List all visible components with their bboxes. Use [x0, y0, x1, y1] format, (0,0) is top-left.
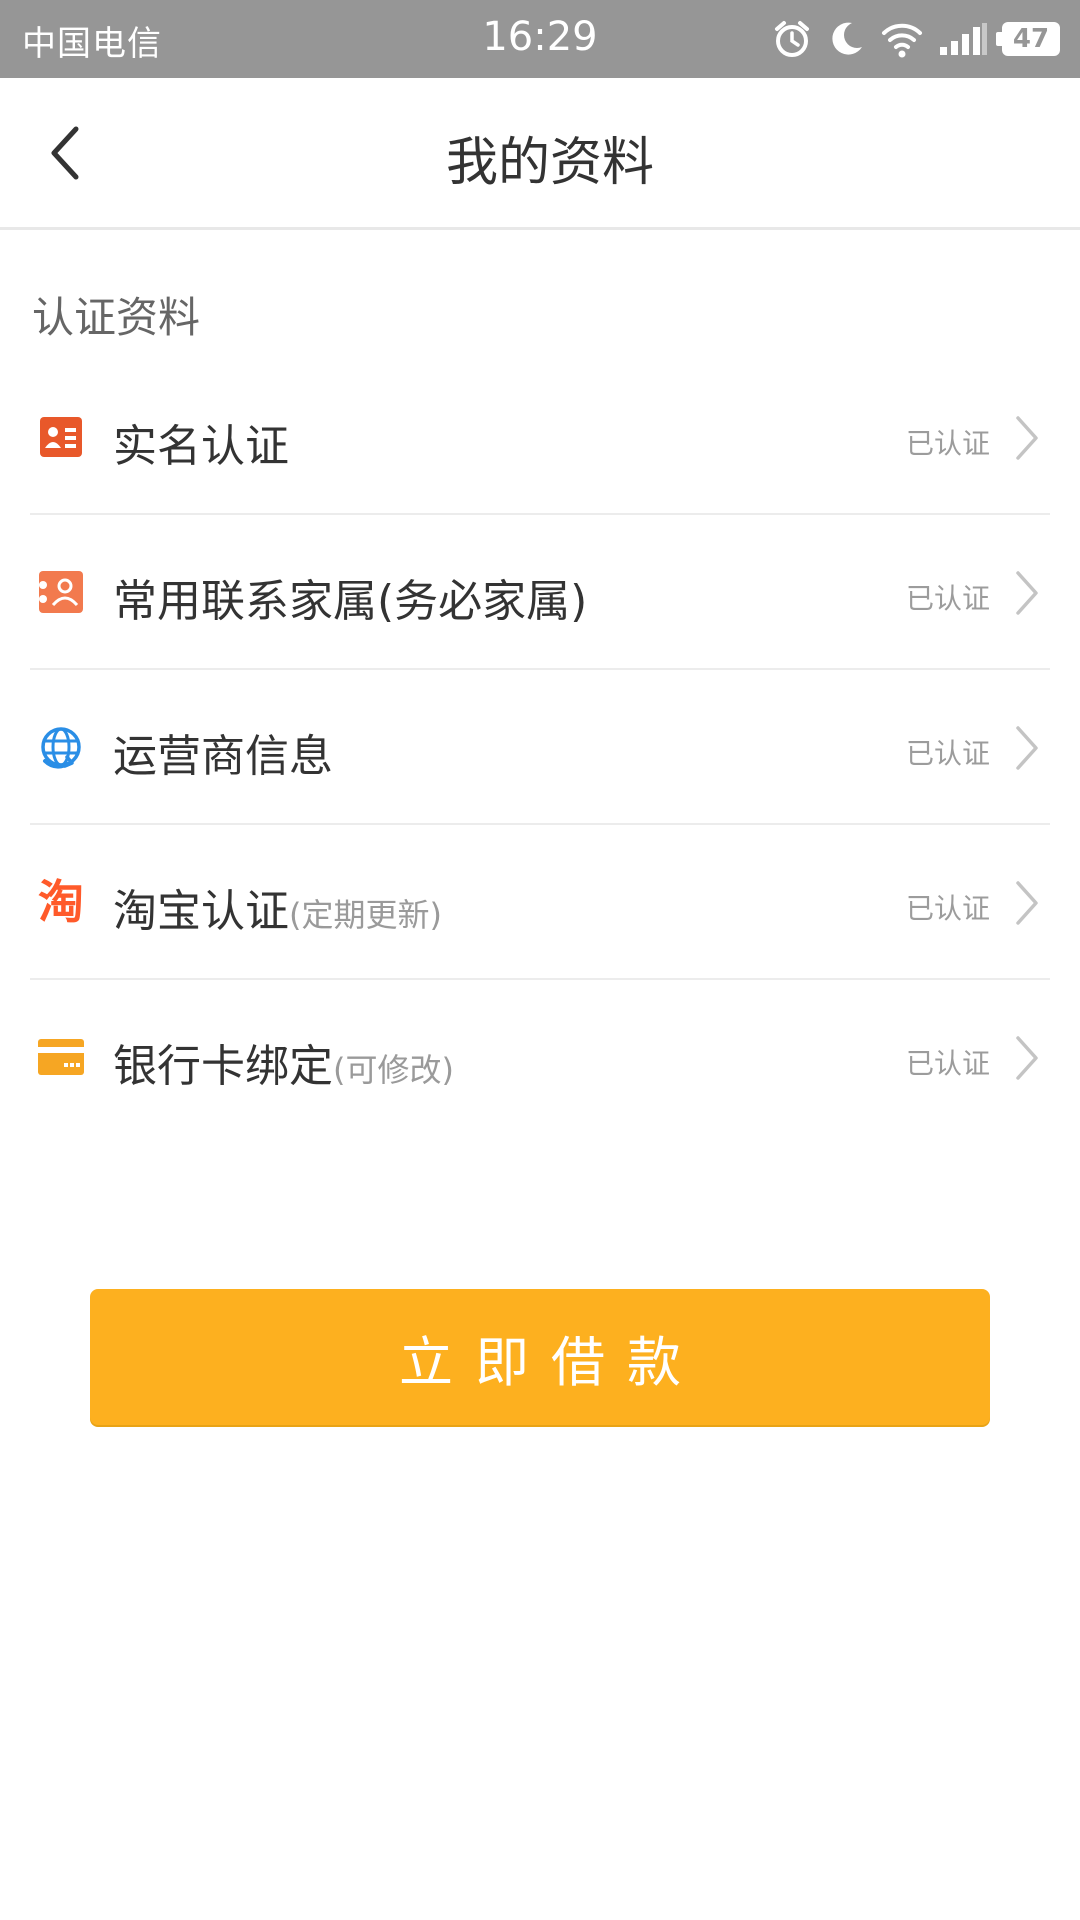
label-text: 实名认证 [113, 421, 289, 472]
label-note: (定期更新) [289, 896, 442, 934]
battery-level: 47 [1012, 24, 1050, 54]
status-text: 已认证 [905, 892, 990, 925]
contact-icon [38, 569, 84, 615]
section-title: 认证资料 [32, 293, 201, 342]
list-item-label: 银行卡绑定(可修改) [113, 1030, 454, 1094]
list-item-bank-card[interactable]: 银行卡绑定(可修改) 已认证 [30, 980, 1050, 1135]
status-bar: 中国电信 16:29 47 [0, 0, 1080, 78]
wifi-icon [880, 19, 924, 59]
list-item-real-name[interactable]: 实名认证 已认证 [30, 360, 1050, 515]
id-card-icon [38, 414, 84, 460]
chevron-right-icon [1014, 722, 1044, 774]
list-item-label: 实名认证 [113, 410, 289, 474]
header: 我的资料 [0, 78, 1080, 230]
list-item-label: 常用联系家属(务必家属) [113, 565, 587, 629]
status-text: 已认证 [905, 737, 990, 770]
list-item-taobao[interactable]: 淘 淘宝认证(定期更新) 已认证 [30, 825, 1050, 980]
label-text: 淘宝认证 [113, 886, 289, 937]
chevron-right-icon [1014, 567, 1044, 619]
label-note: (可修改) [333, 1051, 454, 1089]
label-text: 运营商信息 [113, 731, 333, 782]
list-item-family-contact[interactable]: 常用联系家属(务必家属) 已认证 [30, 515, 1050, 670]
borrow-now-button[interactable]: 立即借款 [90, 1289, 990, 1425]
status-text: 已认证 [905, 427, 990, 460]
status-text: 已认证 [905, 582, 990, 615]
page-title: 我的资料 [445, 133, 654, 193]
chevron-right-icon [1014, 412, 1044, 464]
screen: 中国电信 16:29 47 我的资料 认证资料 实名认证 已认证 常用联系家属(… [0, 0, 1080, 1920]
bank-card-icon [38, 1034, 84, 1080]
signal-icon [938, 21, 988, 57]
taobao-logo-text: 淘 [38, 875, 84, 929]
taobao-icon: 淘 [38, 879, 84, 925]
verification-list: 实名认证 已认证 常用联系家属(务必家属) 已认证 运营商信息 已认证 淘 淘宝… [0, 360, 1080, 1135]
list-item-label: 淘宝认证(定期更新) [113, 875, 442, 939]
list-item-carrier-info[interactable]: 运营商信息 已认证 [30, 670, 1050, 825]
globe-icon [38, 724, 84, 770]
battery-icon: 47 [996, 22, 1060, 56]
chevron-right-icon [1014, 877, 1044, 929]
label-text: 常用联系家属(务必家属) [113, 576, 588, 627]
alarm-icon [772, 19, 812, 59]
moon-icon [826, 19, 866, 59]
status-text: 已认证 [905, 1047, 990, 1080]
status-icons: 47 [772, 16, 1060, 62]
list-item-label: 运营商信息 [113, 720, 333, 784]
chevron-right-icon [1014, 1032, 1044, 1084]
label-text: 银行卡绑定 [113, 1041, 333, 1092]
